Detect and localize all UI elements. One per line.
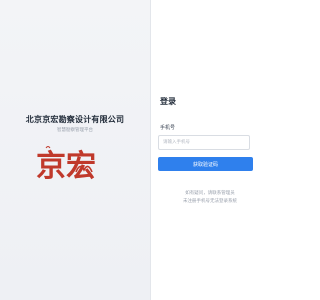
brand-panel: 北京京宏勘察设计有限公司 智慧勘察管理平台 京宏	[0, 0, 150, 300]
company-logo-graphic: 京宏	[36, 146, 96, 184]
phone-label: 手机号	[160, 125, 176, 131]
login-title: 登录	[160, 97, 176, 106]
register-note: 未注册手机号无法登录系统	[183, 199, 237, 204]
panel-divider	[150, 0, 151, 300]
phone-input[interactable]	[158, 135, 250, 150]
get-code-button[interactable]: 获取验证码	[158, 157, 253, 171]
help-note: 如有疑问，请联系管理员	[185, 191, 235, 196]
company-logo: 京宏	[36, 142, 106, 186]
company-subtitle: 智慧勘察管理平台	[57, 128, 93, 133]
company-name: 北京京宏勘察设计有限公司	[25, 115, 125, 124]
